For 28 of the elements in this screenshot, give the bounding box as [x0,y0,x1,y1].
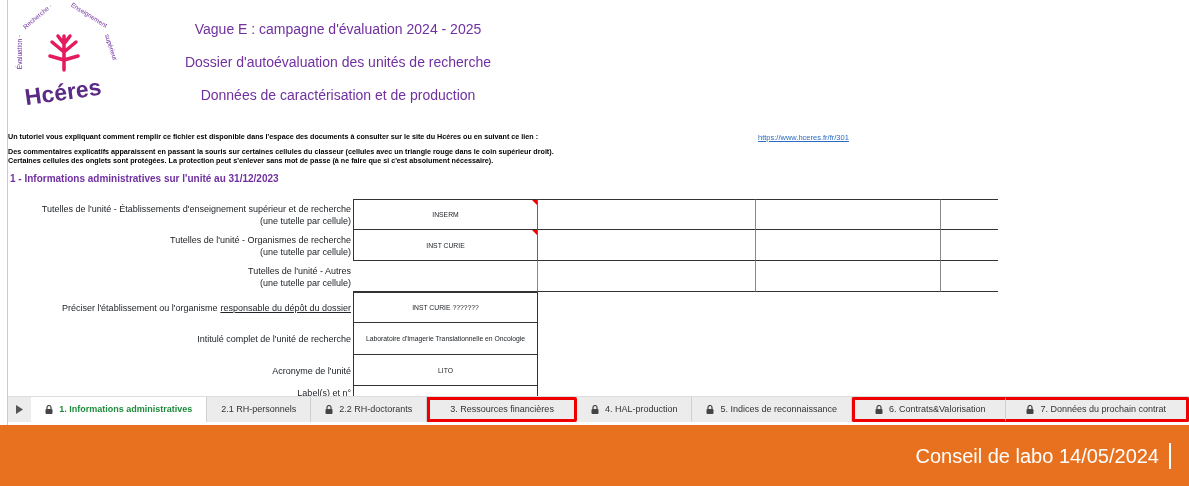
field-label: Tutelles de l'unité - Établissements d'enseignement supérieur et de recherche (une tutelle par cellule) [40,202,352,228]
lock-icon [875,405,883,414]
section-heading: 1 - Informations administratives sur l'unité au 31/12/2023 [10,172,280,187]
footer-text: Conseil de labo 14/05/2024 [915,443,1159,469]
sheet-tab[interactable]: 6. Contrats&Valorisation [852,397,1007,422]
lock-icon [45,405,54,414]
sheet-tab[interactable]: 3. Ressources financières [427,397,577,422]
field-label: Préciser l'établissement ou l'organisme responsable du dépôt du dossier [60,301,352,315]
field-label: Label(s) et n° [296,386,352,400]
comment-marker-icon [532,200,537,206]
table-cell [941,199,998,231]
play-icon[interactable] [16,405,24,414]
sheet-tab[interactable]: 1. Informations administratives [31,397,208,422]
field-label: Acronyme de l'unité [271,364,352,378]
lock-icon [590,405,599,414]
field-label: Intitulé complet de l'unité de recherche [196,333,352,347]
lock-icon [325,405,334,414]
sheet-title: Données de caractérisation et de production [200,88,476,102]
logo-wordmark: Hcéres [23,73,103,111]
lock-icon [1026,405,1035,414]
field-label: Tutelles de l'unité - Autres (une tutelle par cellule) [247,264,352,290]
comment-marker-icon [532,230,537,236]
sheet-title: Vague E : campagne d'évaluation 2024 - 2025 [194,22,482,36]
field-label: Tutelles de l'unité - Organismes de recherche (une tutelle par cellule) [169,233,352,259]
sheet-title: Dossier d'autoévaluation des unités de recherche [184,55,492,69]
logo-tree-icon [48,34,80,72]
lock-icon [706,405,715,414]
sheet-tab[interactable]: 7. Données du prochain contrat [1006,397,1189,422]
